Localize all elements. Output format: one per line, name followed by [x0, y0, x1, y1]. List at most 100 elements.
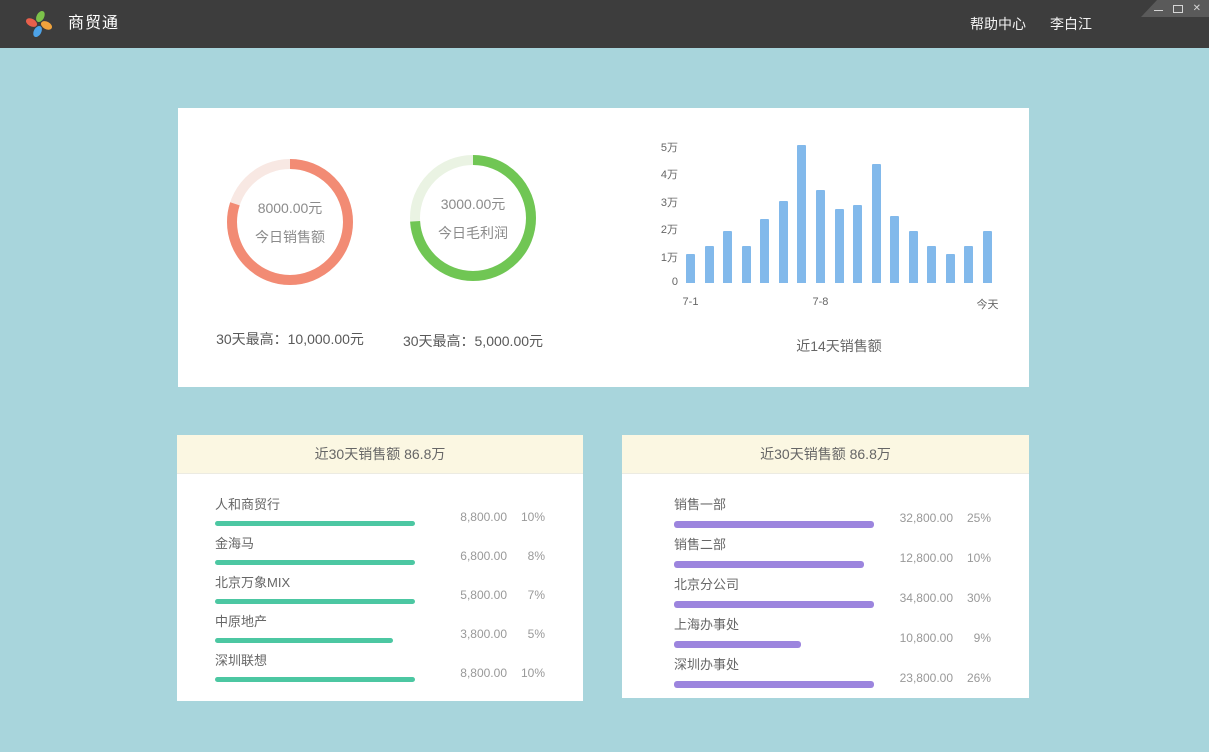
x-tick-label: 7-1 [666, 296, 716, 308]
user-name-link[interactable]: 李白江 [1050, 14, 1092, 34]
rank-row[interactable]: 销售二部12,800.0010% [674, 530, 991, 570]
rank-progress-bar [674, 681, 874, 688]
sales-bar [686, 254, 695, 283]
rank-values: 6,800.008% [437, 549, 545, 563]
rank-progress-bar [674, 521, 874, 528]
sales-14d-chart: 5万4万3万2万1万0 7-17-8今天 近14天销售额 [648, 138, 998, 363]
rank-progress-bar [674, 641, 801, 648]
maximize-icon[interactable] [1173, 5, 1183, 13]
rank-amount: 6,800.00 [437, 549, 507, 563]
titlebar-menu: 帮助中心 李白江 [970, 0, 1092, 48]
sales-bar [723, 231, 732, 283]
rank-name: 深圳办事处 [674, 650, 991, 673]
rank-percent: 8% [507, 549, 545, 563]
rank-name: 北京分公司 [674, 570, 991, 593]
pinwheel-logo-icon [24, 9, 54, 39]
y-tick-label: 2万 [648, 221, 678, 237]
rank-percent: 9% [953, 631, 991, 645]
y-tick-label: 3万 [648, 194, 678, 210]
window-controls: ✕ [1141, 0, 1209, 17]
rank-row[interactable]: 北京万象MIX5,800.007% [215, 568, 545, 607]
sales-bar [927, 246, 936, 283]
y-tick-label: 1万 [648, 249, 678, 265]
rank-values: 8,800.0010% [437, 510, 545, 524]
rank-percent: 5% [507, 627, 545, 641]
rank-progress-bar [674, 561, 864, 568]
today-sales-label: 今日销售额 [255, 227, 325, 247]
today-profit-value: 3000.00元 [441, 194, 506, 214]
profit-30d-max: 30天最高：5,000.00元 [373, 331, 573, 351]
rank-name: 销售一部 [674, 490, 991, 513]
y-tick-label: 4万 [648, 166, 678, 182]
today-profit-label: 今日毛利润 [438, 223, 508, 243]
rank-amount: 23,800.00 [883, 671, 953, 685]
rank-values: 3,800.005% [437, 627, 545, 641]
department-rank-title: 近30天销售额 86.8万 [622, 435, 1029, 474]
rank-progress-bar [215, 677, 415, 682]
sales-bar [946, 254, 955, 283]
today-sales-gauge: 8000.00元 今日销售额 [223, 155, 357, 289]
department-rank-list: 销售一部32,800.0025%销售二部12,800.0010%北京分公司34,… [674, 474, 991, 690]
rank-progress-bar [215, 521, 415, 526]
x-tick-label: 7-8 [795, 296, 845, 308]
rank-progress-bar [215, 638, 393, 643]
sales-bar [890, 216, 899, 283]
sales-bar [760, 219, 769, 283]
sales-bar [983, 231, 992, 283]
rank-row[interactable]: 金海马6,800.008% [215, 529, 545, 568]
rank-amount: 32,800.00 [883, 511, 953, 525]
rank-values: 5,800.007% [437, 588, 545, 602]
rank-amount: 8,800.00 [437, 666, 507, 680]
rank-amount: 5,800.00 [437, 588, 507, 602]
x-tick-label: 今天 [963, 296, 1013, 312]
customer-rank-list: 人和商贸行8,800.0010%金海马6,800.008%北京万象MIX5,80… [215, 474, 545, 685]
rank-percent: 26% [953, 671, 991, 685]
rank-row[interactable]: 上海办事处10,800.009% [674, 610, 991, 650]
rank-values: 34,800.0030% [883, 591, 991, 605]
rank-row[interactable]: 深圳联想8,800.0010% [215, 646, 545, 685]
sales-bar [909, 231, 918, 283]
sales-bar [835, 209, 844, 283]
rank-values: 12,800.0010% [883, 551, 991, 565]
rank-progress-bar [215, 599, 415, 604]
customer-rank-title: 近30天销售额 86.8万 [177, 435, 583, 474]
today-profit-gauge: 3000.00元 今日毛利润 [406, 151, 540, 285]
rank-name: 销售二部 [674, 530, 991, 553]
close-icon[interactable]: ✕ [1193, 4, 1201, 14]
rank-row[interactable]: 人和商贸行8,800.0010% [215, 490, 545, 529]
help-center-link[interactable]: 帮助中心 [970, 14, 1026, 34]
rank-amount: 8,800.00 [437, 510, 507, 524]
rank-amount: 10,800.00 [883, 631, 953, 645]
rank-values: 23,800.0026% [883, 671, 991, 685]
rank-percent: 30% [953, 591, 991, 605]
today-sales-value: 8000.00元 [258, 198, 323, 218]
rank-values: 32,800.0025% [883, 511, 991, 525]
rank-row[interactable]: 北京分公司34,800.0030% [674, 570, 991, 610]
sales-bar [872, 164, 881, 283]
rank-row[interactable]: 销售一部32,800.0025% [674, 490, 991, 530]
rank-amount: 3,800.00 [437, 627, 507, 641]
y-axis: 5万4万3万2万1万0 [648, 138, 678, 298]
rank-percent: 10% [953, 551, 991, 565]
rank-progress-bar [215, 560, 415, 565]
sales-bar [964, 246, 973, 283]
rank-percent: 10% [507, 510, 545, 524]
rank-row[interactable]: 深圳办事处23,800.0026% [674, 650, 991, 690]
y-tick-label: 0 [648, 276, 678, 288]
titlebar: 商贸通 帮助中心 李白江 ✕ [0, 0, 1209, 48]
rank-percent: 7% [507, 588, 545, 602]
app-title: 商贸通 [68, 0, 119, 48]
overview-card: 8000.00元 今日销售额 30天最高：10,000.00元 3000.00元… [178, 108, 1029, 387]
sales-bar [779, 201, 788, 283]
sales-bar-plot [686, 146, 992, 283]
rank-percent: 10% [507, 666, 545, 680]
rank-progress-bar [674, 601, 874, 608]
sales-30d-max: 30天最高：10,000.00元 [190, 329, 390, 349]
rank-row[interactable]: 中原地产3,800.005% [215, 607, 545, 646]
minimize-icon[interactable] [1154, 10, 1163, 11]
department-rank-card: 近30天销售额 86.8万 销售一部32,800.0025%销售二部12,800… [622, 435, 1029, 698]
rank-values: 10,800.009% [883, 631, 991, 645]
sales-bar [705, 246, 714, 283]
rank-amount: 12,800.00 [883, 551, 953, 565]
sales-bar [853, 205, 862, 283]
